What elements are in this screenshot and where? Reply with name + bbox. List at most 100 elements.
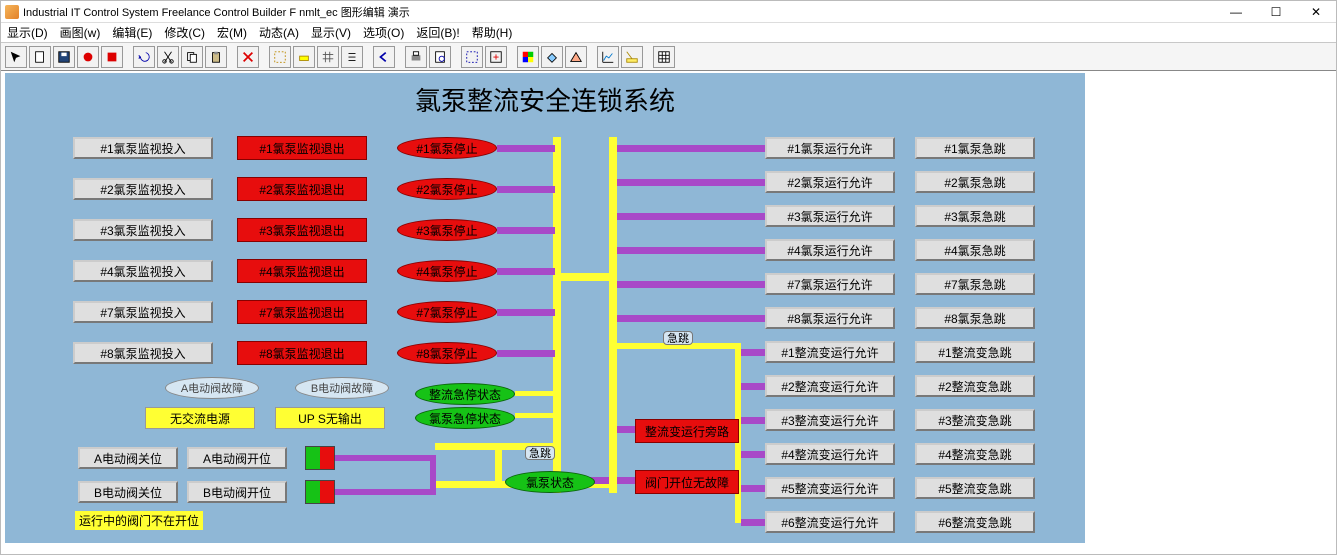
btn-rect-run-allow-2[interactable]: #2整流变运行允许 (765, 375, 895, 397)
toolbar (1, 43, 1336, 71)
btn-pump-trip-3[interactable]: #3氯泵急跳 (915, 205, 1035, 227)
tool-paste-icon[interactable] (205, 46, 227, 68)
tool-chart-icon[interactable] (597, 46, 619, 68)
tool-gradient-icon[interactable] (565, 46, 587, 68)
btn-ups-no-output[interactable]: UP S无输出 (275, 407, 385, 429)
btn-pump-run-allow-3[interactable]: #3氯泵运行允许 (765, 205, 895, 227)
btn-valve-b-close[interactable]: B电动阀关位 (78, 481, 178, 503)
tool-save-icon[interactable] (53, 46, 75, 68)
btn-pump-run-allow-1[interactable]: #1氯泵运行允许 (765, 137, 895, 159)
tool-ruler-icon[interactable] (621, 46, 643, 68)
tool-cut-icon[interactable] (157, 46, 179, 68)
btn-rect-trip-2[interactable]: #2整流变急跳 (915, 375, 1035, 397)
lamp-b-green-icon (306, 481, 320, 503)
btn-pump-trip-4[interactable]: #4氯泵急跳 (915, 239, 1035, 261)
lamp-a-red-icon (320, 447, 334, 469)
btn-monitor-in-2[interactable]: #2氯泵监视投入 (73, 178, 213, 200)
tool-back-icon[interactable] (373, 46, 395, 68)
btn-monitor-in-7[interactable]: #7氯泵监视投入 (73, 301, 213, 323)
label-estop-1: 急跳 (663, 331, 693, 345)
btn-valve-a-open[interactable]: A电动阀开位 (187, 447, 287, 469)
btn-no-ac-power[interactable]: 无交流电源 (145, 407, 255, 429)
tool-preview-icon[interactable] (429, 46, 451, 68)
btn-pump-trip-1[interactable]: #1氯泵急跳 (915, 137, 1035, 159)
tool-delete-icon[interactable] (237, 46, 259, 68)
tool-pointer-icon[interactable] (5, 46, 27, 68)
btn-monitor-out-7[interactable]: #7氯泵监视退出 (237, 300, 367, 324)
tool-stop-icon[interactable] (101, 46, 123, 68)
window-title: Industrial IT Control System Freelance C… (23, 4, 410, 20)
tool-fill-icon[interactable] (541, 46, 563, 68)
tool-new-icon[interactable] (29, 46, 51, 68)
scada-panel: 氯泵整流安全连锁系统 #1氯泵监视投入 #2氯泵监视投入 #3氯泵监视投入 #4… (5, 73, 1085, 543)
menu-return[interactable]: 返回(B)! (416, 24, 459, 41)
tool-undo-icon[interactable] (133, 46, 155, 68)
btn-valve-a-close[interactable]: A电动阀关位 (78, 447, 178, 469)
menu-display[interactable]: 显示(D) (7, 24, 48, 41)
tool-zoom-rect-icon[interactable] (269, 46, 291, 68)
menu-macro[interactable]: 宏(M) (217, 24, 247, 41)
tool-print-icon[interactable] (405, 46, 427, 68)
btn-rect-run-allow-5[interactable]: #5整流变运行允许 (765, 477, 895, 499)
canvas-area[interactable]: 氯泵整流安全连锁系统 #1氯泵监视投入 #2氯泵监视投入 #3氯泵监视投入 #4… (1, 71, 1336, 554)
btn-rect-trip-6[interactable]: #6整流变急跳 (915, 511, 1035, 533)
btn-pump-run-allow-4[interactable]: #4氯泵运行允许 (765, 239, 895, 261)
tool-record-icon[interactable] (77, 46, 99, 68)
oval-pump-stop-2[interactable]: #2氯泵停止 (397, 178, 497, 200)
menu-modify[interactable]: 修改(C) (164, 24, 205, 41)
btn-rect-trip-5[interactable]: #5整流变急跳 (915, 477, 1035, 499)
menu-option[interactable]: 选项(O) (363, 24, 404, 41)
btn-monitor-in-4[interactable]: #4氯泵监视投入 (73, 260, 213, 282)
btn-monitor-out-1[interactable]: #1氯泵监视退出 (237, 136, 367, 160)
tool-copy-icon[interactable] (181, 46, 203, 68)
btn-rect-run-allow-3[interactable]: #3整流变运行允许 (765, 409, 895, 431)
btn-monitor-in-8[interactable]: #8氯泵监视投入 (73, 342, 213, 364)
tool-test-icon[interactable] (293, 46, 315, 68)
close-button[interactable]: ✕ (1296, 1, 1336, 23)
btn-pump-run-allow-2[interactable]: #2氯泵运行允许 (765, 171, 895, 193)
btn-monitor-in-3[interactable]: #3氯泵监视投入 (73, 219, 213, 241)
menu-help[interactable]: 帮助(H) (472, 24, 513, 41)
oval-pump-stop-7[interactable]: #7氯泵停止 (397, 301, 497, 323)
btn-monitor-out-8[interactable]: #8氯泵监视退出 (237, 341, 367, 365)
menu-edit[interactable]: 编辑(E) (112, 24, 152, 41)
menu-dynamic[interactable]: 动态(A) (259, 24, 299, 41)
tool-table-icon[interactable] (653, 46, 675, 68)
btn-monitor-out-3[interactable]: #3氯泵监视退出 (237, 218, 367, 242)
minimize-button[interactable]: — (1216, 1, 1256, 23)
menu-draw[interactable]: 画图(w) (60, 24, 101, 41)
btn-valve-open-ok[interactable]: 阀门开位无故障 (635, 470, 739, 494)
menu-view[interactable]: 显示(V) (311, 24, 351, 41)
btn-rect-bypass[interactable]: 整流变运行旁路 (635, 419, 739, 443)
btn-pump-run-allow-8[interactable]: #8氯泵运行允许 (765, 307, 895, 329)
window-controls: — ☐ ✕ (1216, 1, 1336, 23)
btn-rect-trip-4[interactable]: #4整流变急跳 (915, 443, 1035, 465)
tool-color-icon[interactable] (517, 46, 539, 68)
maximize-button[interactable]: ☐ (1256, 1, 1296, 23)
btn-pump-trip-7[interactable]: #7氯泵急跳 (915, 273, 1035, 295)
btn-pump-trip-8[interactable]: #8氯泵急跳 (915, 307, 1035, 329)
btn-rect-run-allow-6[interactable]: #6整流变运行允许 (765, 511, 895, 533)
btn-monitor-in-1[interactable]: #1氯泵监视投入 (73, 137, 213, 159)
tool-zoom-fit-icon[interactable] (485, 46, 507, 68)
tool-select-area-icon[interactable] (461, 46, 483, 68)
btn-monitor-out-2[interactable]: #2氯泵监视退出 (237, 177, 367, 201)
footer-note: 运行中的阀门不在开位 (75, 511, 203, 530)
menu-bar: 显示(D) 画图(w) 编辑(E) 修改(C) 宏(M) 动态(A) 显示(V)… (1, 23, 1336, 43)
btn-valve-b-open[interactable]: B电动阀开位 (187, 481, 287, 503)
oval-pump-stop-3[interactable]: #3氯泵停止 (397, 219, 497, 241)
btn-rect-trip-3[interactable]: #3整流变急跳 (915, 409, 1035, 431)
btn-rect-run-allow-1[interactable]: #1整流变运行允许 (765, 341, 895, 363)
oval-pump-stop-1[interactable]: #1氯泵停止 (397, 137, 497, 159)
tool-grid-icon[interactable] (317, 46, 339, 68)
btn-pump-trip-2[interactable]: #2氯泵急跳 (915, 171, 1035, 193)
oval-pump-stop-4[interactable]: #4氯泵停止 (397, 260, 497, 282)
scada-title: 氯泵整流安全连锁系统 (5, 81, 1085, 118)
tool-list-icon[interactable] (341, 46, 363, 68)
btn-monitor-out-4[interactable]: #4氯泵监视退出 (237, 259, 367, 283)
oval-pump-state: 氯泵状态 (505, 471, 595, 493)
btn-rect-trip-1[interactable]: #1整流变急跳 (915, 341, 1035, 363)
oval-pump-stop-8[interactable]: #8氯泵停止 (397, 342, 497, 364)
btn-rect-run-allow-4[interactable]: #4整流变运行允许 (765, 443, 895, 465)
btn-pump-run-allow-7[interactable]: #7氯泵运行允许 (765, 273, 895, 295)
